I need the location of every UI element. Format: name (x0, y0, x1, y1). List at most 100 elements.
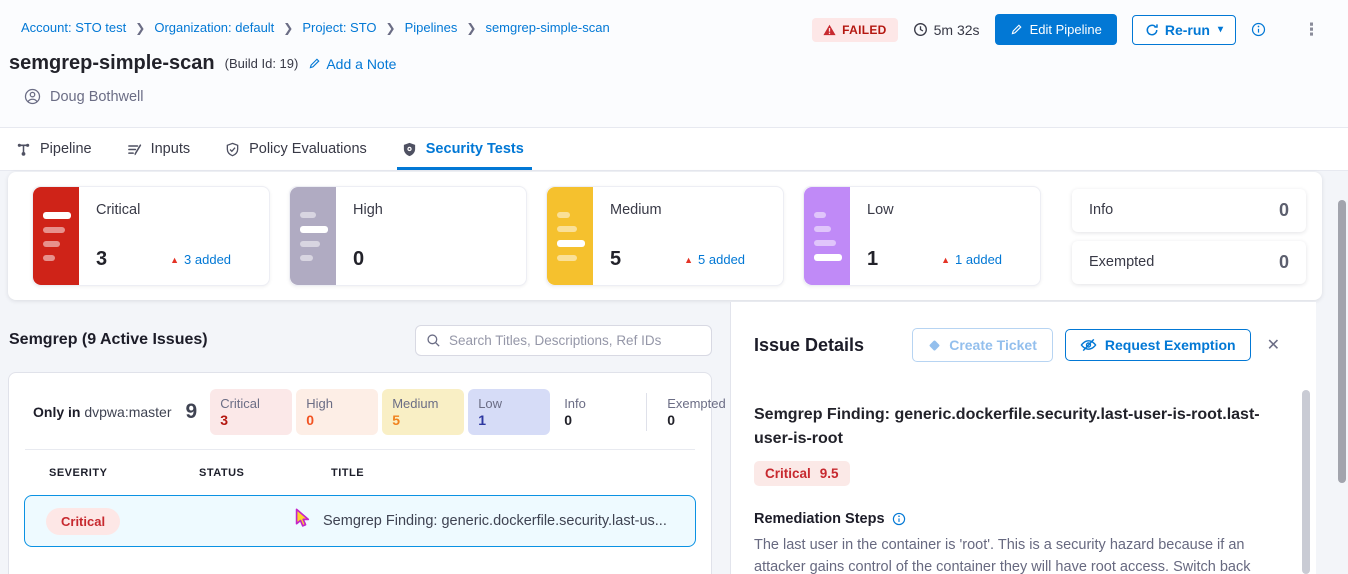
summary-card-critical: Critical 3 ▲ 3 added (32, 186, 270, 286)
tab-bar: Pipeline Inputs Policy Evaluations Secur… (0, 127, 1348, 171)
breadcrumb-current-pipeline[interactable]: semgrep-simple-scan (485, 20, 609, 35)
pipeline-duration: 5m 32s (913, 22, 980, 38)
side-cards: Info 0 Exempted 0 (1072, 189, 1306, 284)
added-triangle-icon: ▲ (684, 255, 693, 265)
shield-check-icon (225, 142, 240, 157)
request-exemption-label: Request Exemption (1105, 337, 1236, 353)
tab-inputs[interactable]: Inputs (127, 128, 191, 170)
filter-chip-low[interactable]: Low 1 (468, 389, 550, 435)
rerun-button[interactable]: Re-run ▾ (1132, 15, 1236, 45)
details-scrollbar[interactable] (1302, 390, 1310, 574)
summary-card-info: Info 0 (1072, 189, 1306, 232)
rerun-label: Re-run (1165, 22, 1210, 38)
added-label: 5 added (698, 252, 745, 267)
issue-details-actions: Create Ticket Request Exemption ✕ (912, 328, 1280, 362)
shield-gear-icon (402, 142, 417, 157)
user-avatar-icon (24, 88, 41, 105)
chip-count: 3 (220, 412, 282, 428)
summary-card-low: Low 1 ▲ 1 added (803, 186, 1041, 286)
severity-score: 9.5 (820, 466, 839, 481)
filter-chip-medium[interactable]: Medium 5 (382, 389, 464, 435)
critical-severity-icon (33, 187, 79, 285)
scope-target: dvpwa:master (84, 404, 171, 420)
clock-icon (913, 22, 928, 37)
chip-label: Medium (392, 396, 454, 411)
chip-count: 0 (564, 412, 626, 428)
issue-table-row-selected[interactable]: Critical Semgrep Finding: generic.docker… (24, 495, 696, 547)
severity-pill: Critical (46, 508, 120, 535)
sliders-icon (127, 142, 142, 157)
more-options-icon[interactable]: ⋮ (1303, 20, 1320, 40)
tab-security-tests[interactable]: Security Tests (402, 128, 524, 170)
add-note-link[interactable]: Add a Note (308, 56, 396, 72)
info-icon[interactable] (1251, 22, 1266, 37)
pencil-icon (1010, 23, 1023, 36)
refresh-icon (1145, 23, 1159, 37)
column-header-title: TITLE (331, 467, 364, 479)
chip-label: Critical (220, 396, 282, 411)
page-scrollbar[interactable] (1338, 200, 1346, 483)
severity-score-badge: Critical 9.5 (754, 461, 850, 486)
table-header-row: SEVERITY STATUS TITLE (9, 450, 711, 491)
card-count: 1 (867, 248, 878, 271)
low-severity-icon (804, 187, 850, 285)
page-title: semgrep-simple-scan (9, 52, 215, 75)
chip-label: Info (564, 396, 626, 411)
request-exemption-button[interactable]: Request Exemption (1065, 329, 1251, 361)
card-count: 3 (96, 248, 107, 271)
user-row: Doug Bothwell (24, 88, 144, 105)
medium-severity-icon (547, 187, 593, 285)
breadcrumb-project[interactable]: Project: STO (302, 20, 376, 35)
column-header-severity: SEVERITY (49, 467, 199, 479)
header-actions: FAILED 5m 32s Edit Pipeline Re-run ▾ ⋮ (812, 14, 1320, 45)
status-badge-label: FAILED (842, 23, 886, 37)
filter-row: Only in dvpwa:master 9 Critical 3 High 0… (9, 373, 711, 447)
create-ticket-button[interactable]: Create Ticket (912, 328, 1053, 362)
tab-pipeline[interactable]: Pipeline (16, 128, 92, 170)
breadcrumb-pipelines[interactable]: Pipelines (405, 20, 458, 35)
tab-label: Inputs (151, 141, 191, 157)
added-triangle-icon: ▲ (170, 255, 179, 265)
remediation-heading: Remediation Steps (754, 511, 885, 527)
issues-list-card: Only in dvpwa:master 9 Critical 3 High 0… (8, 372, 712, 574)
breadcrumb-separator: ❯ (466, 21, 476, 35)
card-count: 0 (353, 248, 364, 271)
search-box (415, 325, 712, 356)
card-added: ▲ 3 added (170, 252, 231, 267)
summary-card-medium: Medium 5 ▲ 5 added (546, 186, 784, 286)
breadcrumb-organization[interactable]: Organization: default (154, 20, 274, 35)
added-triangle-icon: ▲ (941, 255, 950, 265)
card-label: Exempted (1089, 254, 1154, 270)
edit-pipeline-label: Edit Pipeline (1030, 22, 1102, 37)
build-id: (Build Id: 19) (225, 56, 299, 71)
card-label: Info (1089, 202, 1113, 218)
chip-count: 1 (478, 412, 540, 428)
chevron-down-icon: ▾ (1218, 24, 1223, 35)
severity-label: Critical (765, 466, 811, 481)
tab-label: Security Tests (426, 141, 524, 157)
finding-title: Semgrep Finding: generic.dockerfile.secu… (754, 403, 1280, 451)
tab-label: Pipeline (40, 141, 92, 157)
card-label: High (353, 202, 512, 218)
chip-label: Low (478, 396, 540, 411)
issue-details-title: Issue Details (754, 335, 864, 356)
card-label: Low (867, 202, 1026, 218)
warning-triangle-icon (823, 24, 836, 36)
filter-chip-critical[interactable]: Critical 3 (210, 389, 292, 435)
title-row: semgrep-simple-scan (Build Id: 19) Add a… (9, 52, 396, 75)
filter-chip-exempted[interactable]: Exempted 0 (657, 389, 739, 435)
filter-chip-high[interactable]: High 0 (296, 389, 378, 435)
filter-chip-info[interactable]: Info 0 (554, 389, 636, 435)
close-icon[interactable]: ✕ (1267, 335, 1280, 355)
info-icon[interactable] (892, 512, 906, 526)
status-badge: FAILED (812, 18, 897, 42)
breadcrumb-account[interactable]: Account: STO test (21, 20, 126, 35)
chip-label: High (306, 396, 368, 411)
tab-policy-evaluations[interactable]: Policy Evaluations (225, 128, 367, 170)
issue-details-header: Issue Details Create Ticket Request Exem… (754, 328, 1280, 362)
card-label: Critical (96, 202, 255, 218)
edit-pipeline-button[interactable]: Edit Pipeline (995, 14, 1117, 45)
search-input[interactable] (449, 333, 701, 348)
chip-count: 0 (667, 412, 729, 428)
card-added: ▲ 1 added (941, 252, 1002, 267)
